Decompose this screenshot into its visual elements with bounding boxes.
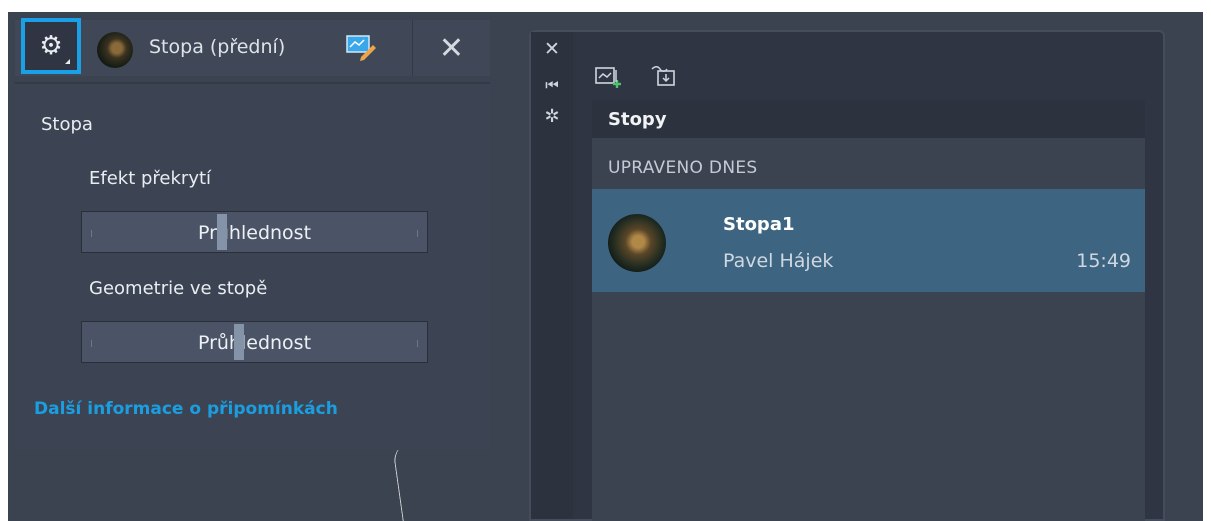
list-header: Stopy xyxy=(592,100,1145,138)
overlay-effect-label: Efekt překrytí xyxy=(89,168,212,189)
new-trace-icon[interactable] xyxy=(593,64,623,92)
trace-settings-panel: Stopa Efekt překrytí Průhlednost Geometr… xyxy=(15,82,490,450)
close-icon: ✕ xyxy=(438,30,465,66)
slider-thumb[interactable] xyxy=(234,324,244,360)
avatar xyxy=(97,32,133,68)
markup-title: Stopa (přední) xyxy=(149,36,286,58)
list-header-title: Stopy xyxy=(608,109,667,130)
geometry-transparency-slider[interactable]: Průhlednost xyxy=(81,321,428,363)
palette-side-strip: ✕ ⏮ ✲ xyxy=(531,32,573,519)
group-label: UPRAVENO DNES xyxy=(608,158,758,178)
slider-thumb[interactable] xyxy=(217,214,227,250)
slider-label: Průhlednost xyxy=(197,332,312,354)
traces-list: Stopy UPRAVENO DNES Stopa1 Pavel Hájek 1… xyxy=(592,100,1145,521)
gear-icon: ⚙ xyxy=(39,31,63,61)
geometry-label: Geometrie ve stopě xyxy=(89,278,268,299)
list-item[interactable]: Stopa1 Pavel Hájek 15:49 xyxy=(592,189,1145,292)
overlay-transparency-slider[interactable]: Průhlednost xyxy=(81,211,428,253)
close-markup-button[interactable]: ✕ xyxy=(412,20,490,76)
section-title: Stopa xyxy=(41,114,93,135)
slider-label: Průhlednost xyxy=(197,222,312,244)
more-info-link[interactable]: Další informace o připomínkách xyxy=(34,399,338,419)
traces-palette: ✕ ⏮ ✲ Stopy UPRAVENO DNES Stopa1 Pavel H… xyxy=(529,30,1165,521)
caret-icon xyxy=(65,59,70,64)
markup-edit-icon[interactable] xyxy=(345,33,377,61)
settings-button[interactable]: ⚙ xyxy=(21,18,81,74)
trace-title: Stopa1 xyxy=(723,214,795,235)
avatar xyxy=(608,214,666,272)
trace-time: 15:49 xyxy=(1076,250,1131,272)
canvas-geometry-arc xyxy=(391,441,425,521)
close-icon[interactable]: ✕ xyxy=(531,38,573,60)
dock-icon[interactable]: ⏮ xyxy=(531,76,573,94)
gear-icon[interactable]: ✲ xyxy=(531,106,573,127)
import-trace-icon[interactable] xyxy=(649,64,679,92)
trace-author: Pavel Hájek xyxy=(723,250,834,272)
